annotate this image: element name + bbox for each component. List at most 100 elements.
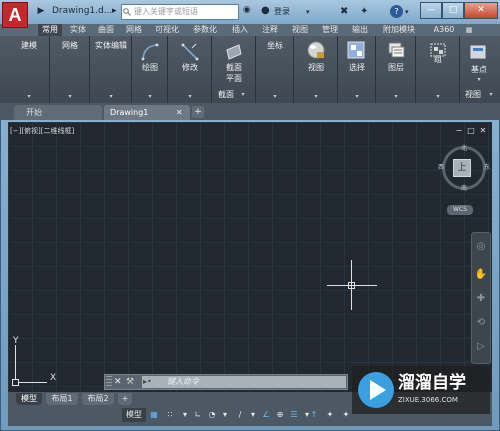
title-more-icon[interactable]: ▸ [112, 3, 120, 19]
viewport-close-button[interactable]: ✕ [478, 126, 488, 136]
section-plane-label-2[interactable]: 平面 [212, 73, 256, 85]
exchange-apps-icon[interactable]: ✖ [340, 4, 354, 20]
polar-icon[interactable]: ◔ [206, 408, 218, 422]
viewport-restore-button[interactable]: □ [466, 126, 476, 136]
otrack-icon[interactable]: ∠ [260, 408, 272, 422]
command-line-grip[interactable] [106, 376, 112, 388]
panel-model-label[interactable]: 建模 [8, 40, 50, 52]
tab-view[interactable]: 视图 [288, 24, 312, 36]
add-layout-button[interactable]: + [118, 393, 132, 405]
share-icon[interactable]: ✦ [360, 4, 374, 20]
panel-solid-edit-arrow[interactable]: ▾ [90, 93, 132, 101]
panel-solid-edit-label[interactable]: 实体编辑 [90, 40, 132, 52]
panel-model-arrow[interactable]: ▾ [8, 93, 50, 101]
tab-output[interactable]: 输出 [348, 24, 372, 36]
tab-close-icon[interactable]: ✕ [176, 105, 186, 120]
new-tab-button[interactable]: + [192, 106, 204, 118]
snap-dropdown-icon[interactable]: ▾ [180, 408, 190, 422]
view-sphere-icon[interactable] [306, 40, 326, 60]
snap-icon[interactable]: ∷ [164, 408, 176, 422]
model-space-button[interactable]: 模型 [122, 408, 146, 422]
ortho-icon[interactable]: ∟ [192, 408, 204, 422]
select-label[interactable]: 选择 [338, 62, 376, 74]
viewport-minimize-button[interactable]: − [454, 126, 464, 136]
dynamic-ucs-icon[interactable]: ↑ [308, 408, 320, 422]
group-label[interactable]: 组 [416, 54, 460, 66]
showmotion-icon[interactable]: ▷ [474, 340, 488, 354]
command-customize-icon[interactable]: ⚒ [126, 376, 138, 388]
command-recent-icon[interactable]: ▸• [143, 376, 163, 388]
panel-mesh-arrow[interactable]: ▾ [50, 93, 90, 101]
login-dropdown-icon[interactable]: ▾ [306, 4, 314, 20]
quick-access-expand-icon[interactable]: ▶ [32, 4, 50, 18]
panel-draw-arrow[interactable]: ▾ [132, 93, 168, 101]
pan-icon[interactable]: ✋ [474, 268, 488, 282]
annotation-scale-icon[interactable]: ✦ [340, 408, 352, 422]
login-button[interactable]: 登录 [274, 4, 304, 20]
compass-east[interactable]: 东 [483, 164, 491, 172]
tab-annotate[interactable]: 注释 [258, 24, 282, 36]
panel-select-arrow[interactable]: ▾ [338, 93, 376, 101]
compass-north[interactable]: 北 [460, 145, 468, 153]
minimize-button[interactable]: — [420, 2, 442, 19]
viewcube-face[interactable]: 上 [453, 159, 471, 177]
base-point-label[interactable]: 基点 [460, 64, 498, 76]
command-line-close-icon[interactable]: ✕ [114, 376, 124, 388]
tab-parametric[interactable]: 参数化 [188, 24, 222, 36]
select-icon[interactable] [346, 40, 366, 60]
zoom-icon[interactable]: ✚ [474, 292, 488, 306]
modify-label[interactable]: 修改 [168, 62, 212, 74]
panel-section-label[interactable]: 截面 [212, 89, 240, 101]
layers-icon[interactable] [386, 40, 406, 60]
polar-dropdown-icon[interactable]: ▾ [220, 408, 230, 422]
tab-surface[interactable]: 曲面 [94, 24, 118, 36]
panel-view2-arrow[interactable]: ▾ [486, 91, 496, 99]
base-point-icon[interactable] [468, 42, 488, 62]
isodraft-dropdown-icon[interactable]: ▾ [248, 408, 258, 422]
ribbon-more-icon[interactable]: ▦ [462, 24, 476, 36]
panel-layers-arrow[interactable]: ▾ [376, 93, 416, 101]
tab-manage[interactable]: 管理 [318, 24, 342, 36]
help-icon[interactable]: ? [390, 5, 403, 18]
isodraft-icon[interactable]: ∕ [234, 408, 246, 422]
viewport-controls-label[interactable]: [−][俯视][二维线框] [10, 126, 74, 136]
binoculars-icon[interactable]: ◉ [243, 5, 257, 17]
tab-visualize[interactable]: 可视化 [150, 24, 184, 36]
tab-model[interactable]: 模型 [16, 393, 42, 405]
compass-south[interactable]: 南 [460, 185, 468, 193]
panel-coordinates-arrow[interactable]: ▾ [256, 93, 294, 101]
3dosnap-icon[interactable]: ☰ [288, 408, 300, 422]
command-input[interactable]: 键入命令 [167, 376, 337, 388]
tab-a360[interactable]: A360 [430, 24, 458, 36]
panel-coordinates-label[interactable]: 坐标 [256, 40, 294, 52]
search-input[interactable]: 键入关键字或短语 [121, 4, 239, 20]
orbit-icon[interactable]: ⟲ [474, 316, 488, 330]
section-plane-icon[interactable] [224, 42, 244, 62]
tab-insert[interactable]: 插入 [228, 24, 252, 36]
modify-move-icon[interactable] [180, 42, 200, 62]
maximize-button[interactable]: □ [442, 2, 464, 19]
tab-solid[interactable]: 实体 [66, 24, 90, 36]
panel-mesh-label[interactable]: 网格 [50, 40, 90, 52]
draw-label[interactable]: 绘图 [132, 62, 168, 74]
grid-icon[interactable]: ▦ [148, 408, 160, 422]
steering-wheel-icon[interactable]: ◎ [474, 240, 488, 254]
annotation-visibility-icon[interactable]: ✦ [324, 408, 336, 422]
help-dropdown-icon[interactable]: ▾ [405, 4, 413, 20]
tab-start[interactable]: 开始 [14, 105, 102, 120]
autocad-logo-icon[interactable]: A [2, 2, 28, 28]
osnap-icon[interactable]: ⊕ [274, 408, 286, 422]
tab-home[interactable]: 常用 [38, 24, 62, 36]
panel-modify-arrow[interactable]: ▾ [168, 93, 212, 101]
tab-layout1[interactable]: 布局1 [46, 393, 78, 405]
tab-addins[interactable]: 附加模块 [376, 24, 422, 36]
close-button[interactable]: ✕ [464, 2, 498, 19]
layers-label[interactable]: 图层 [376, 62, 416, 74]
tab-mesh[interactable]: 网格 [122, 24, 146, 36]
drawing-canvas[interactable] [8, 122, 492, 392]
draw-arc-icon[interactable] [140, 42, 160, 62]
panel-view-arrow[interactable]: ▾ [294, 93, 338, 101]
tab-layout2[interactable]: 布局2 [82, 393, 114, 405]
wcs-menu-button[interactable]: WCS [447, 205, 473, 215]
base-point-arrow[interactable]: ▾ [460, 76, 498, 84]
